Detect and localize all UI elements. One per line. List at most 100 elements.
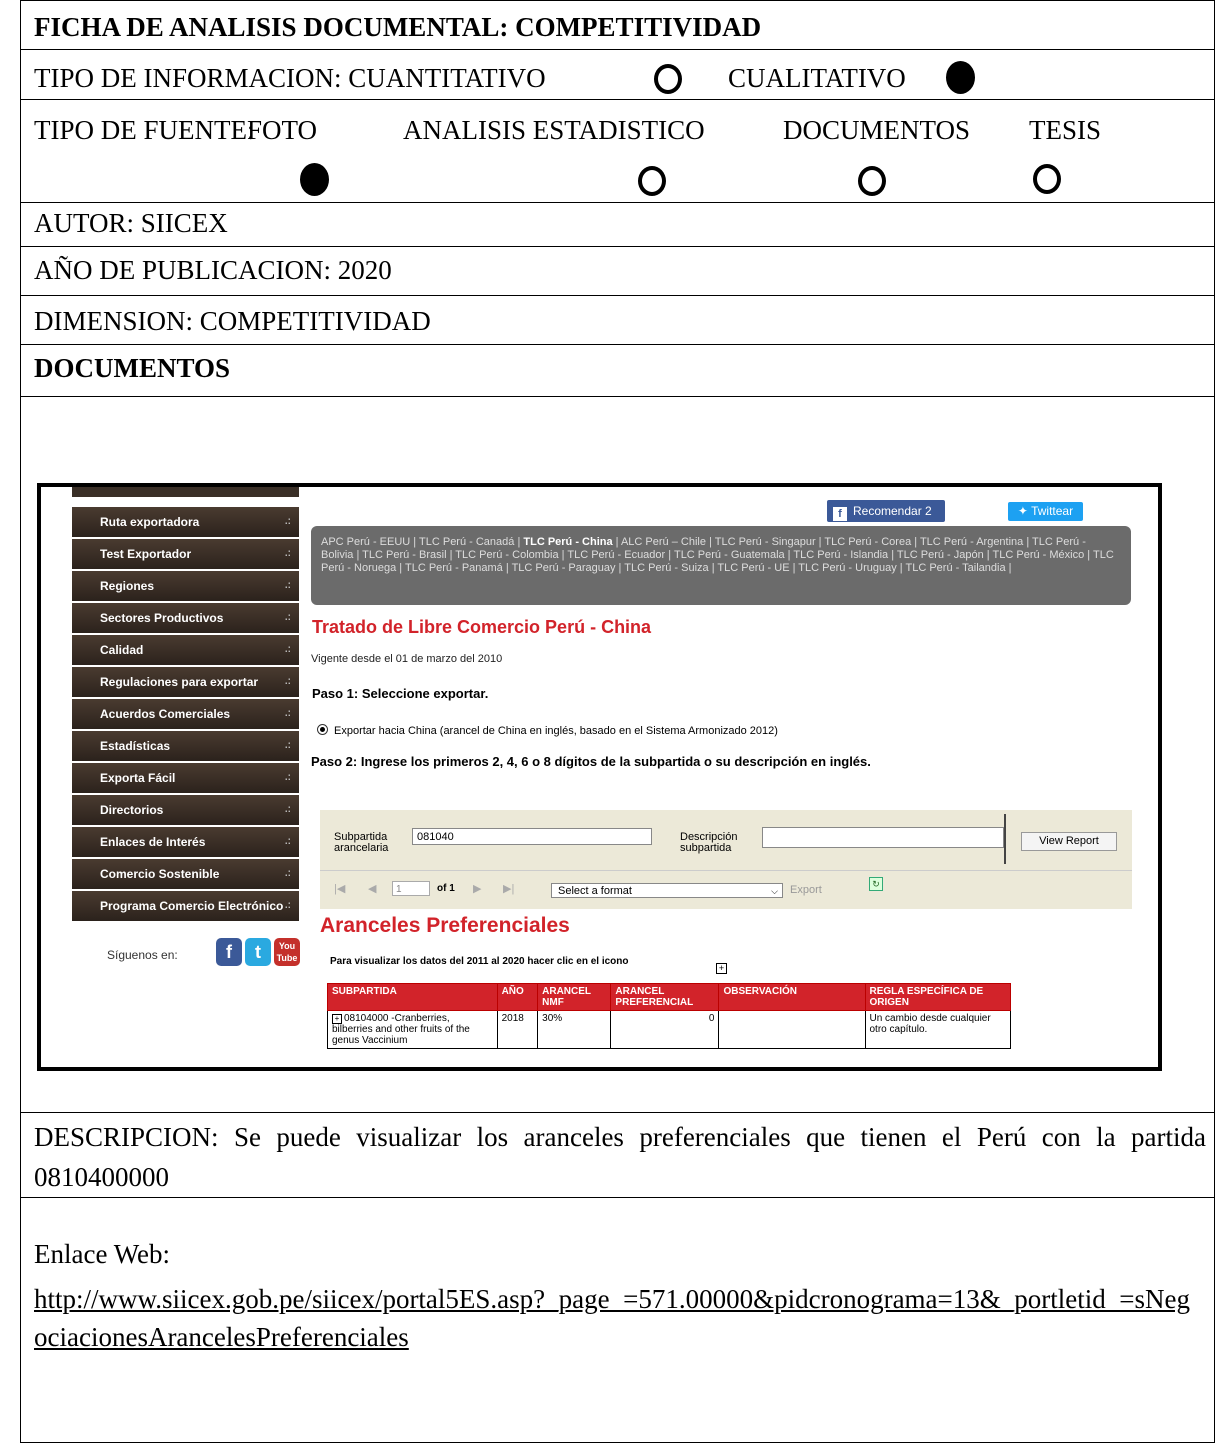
documentos-heading: DOCUMENTOS: [34, 353, 231, 383]
recomendar-label: Recomendar 2: [853, 504, 932, 518]
format-select[interactable]: Select a format ⌵: [551, 883, 783, 898]
col-arancel-nmf: ARANCEL NMF: [537, 983, 612, 1011]
export-link[interactable]: Export: [790, 884, 822, 896]
subpartida-label-line2: arancelaria: [334, 842, 389, 854]
cell-arancel-nmf: 30%: [537, 1010, 612, 1049]
fuente-option-foto: FOTO: [247, 115, 318, 145]
sidebar-item-label: Regiones: [100, 579, 155, 593]
facebook-small-icon: f: [833, 507, 847, 521]
cell-arancel-preferencial: 0: [610, 1010, 720, 1049]
sidebar-item-regulaciones[interactable]: Regulaciones para exportar.:: [72, 667, 299, 697]
tlc-link-china[interactable]: TLC Perú - China: [523, 536, 612, 548]
main-content: f Recomendar 2 ✦ Twittear APC Perú - EEUU…: [311, 487, 1158, 1067]
twitter-icon[interactable]: t: [245, 938, 271, 966]
report-params-panel: Subpartida arancelaria 081040 Descripción…: [320, 810, 1132, 870]
bird-icon: ✦: [1017, 504, 1032, 518]
autor-row: AUTOR: SIICEX: [21, 202, 1214, 246]
aranceles-table: SUBPARTIDA AÑO ARANCEL NMF ARANCEL PREFE…: [327, 983, 1011, 1049]
dots-icon: .:: [284, 740, 291, 751]
vigente-text: Vigente desde el 01 de marzo del 2010: [311, 653, 503, 665]
sidebar-item-directorios[interactable]: Directorios.:: [72, 795, 299, 825]
sheet-title-text: FICHA DE ANALISIS DOCUMENTAL: COMPETITIV…: [34, 12, 762, 42]
aranceles-title: Aranceles Preferenciales: [320, 914, 570, 937]
page-count-text: of 1: [437, 883, 455, 894]
paso2-heading: Paso 2: Ingrese los primeros 2, 4, 6 o 8…: [311, 754, 871, 769]
tlc-links-box: APC Perú - EEUU | TLC Perú - Canadá | TL…: [311, 526, 1131, 605]
enlace-url-link[interactable]: http://www.siicex.gob.pe/siicex/portal5E…: [34, 1280, 1199, 1356]
sidebar-item-label: Programa Comercio Electrónico: [100, 899, 284, 913]
col-observacion: OBSERVACIÓN: [718, 983, 866, 1011]
dots-icon: .:: [284, 900, 291, 911]
dots-icon: .:: [284, 868, 291, 879]
fuente-option-analisis: ANALISIS ESTADISTICO: [403, 115, 705, 145]
sidebar-item-label: Enlaces de Interés: [100, 835, 206, 849]
last-page-icon[interactable]: ▶|: [503, 882, 514, 895]
dots-icon: .:: [284, 644, 291, 655]
next-page-icon[interactable]: ▶: [473, 882, 481, 895]
table-header-row: SUBPARTIDA AÑO ARANCEL NMF ARANCEL PREFE…: [327, 983, 1011, 1011]
twittear-button[interactable]: ✦ Twittear: [1008, 502, 1083, 521]
sidebar-item-ruta[interactable]: Ruta exportadora.:: [72, 507, 299, 537]
dots-icon: .:: [284, 836, 291, 847]
documentos-row: DOCUMENTOS: [21, 344, 1214, 396]
tesis-radio-icon: [1033, 164, 1061, 194]
radio-selected-icon[interactable]: [317, 724, 328, 735]
siguenos-label: Síguenos en:: [107, 948, 178, 962]
dots-icon: .:: [284, 676, 291, 687]
descripcion-label-line2: subpartida: [680, 842, 732, 854]
view-report-button[interactable]: View Report: [1021, 832, 1117, 851]
panel-divider: [1004, 814, 1006, 864]
sidebar-menu: Ruta exportadora.: Test Exportador.: Reg…: [72, 487, 299, 923]
youtube-icon[interactable]: You Tube: [274, 938, 300, 966]
refresh-icon[interactable]: ↻: [869, 877, 883, 891]
exportar-radio-option[interactable]: Exportar hacia China (arancel de China e…: [317, 724, 778, 737]
sidebar-item-regiones[interactable]: Regiones.:: [72, 571, 299, 601]
exportar-option-label: Exportar hacia China (arancel de China e…: [334, 725, 778, 737]
cell-subpartida-text: 08104000 -Cranberries, bilberries and ot…: [332, 1013, 470, 1046]
enlace-row: Enlace Web: http://www.siicex.gob.pe/sii…: [21, 1197, 1214, 1443]
sidebar-item-exporta[interactable]: Exporta Fácil.:: [72, 763, 299, 793]
sidebar-item-comercio-electronico[interactable]: Programa Comercio Electrónico.:: [72, 891, 299, 921]
foto-radio-icon: [300, 163, 329, 196]
sidebar-item-enlaces[interactable]: Enlaces de Interés.:: [72, 827, 299, 857]
tlc-links-pre[interactable]: APC Perú - EEUU | TLC Perú - Canadá |: [321, 536, 523, 548]
sidebar-item-estadisticas[interactable]: Estadísticas.:: [72, 731, 299, 761]
sidebar-item-calidad[interactable]: Calidad.:: [72, 635, 299, 665]
report-toolbar: |◀ ◀ 1 of 1 ▶ ▶| Select a format ⌵ Export…: [320, 870, 1132, 909]
col-regla-origen: REGLA ESPECÍFICA DE ORIGEN: [864, 983, 1011, 1011]
sidebar-item-acuerdos[interactable]: Acuerdos Comerciales.:: [72, 699, 299, 729]
sidebar-item-label: Sectores Productivos: [100, 611, 224, 625]
sidebar-item-comercio-sostenible[interactable]: Comercio Sostenible.:: [72, 859, 299, 889]
cell-subpartida: +08104000 -Cranberries, bilberries and o…: [327, 1010, 498, 1049]
sidebar-item-label: Test Exportador: [100, 547, 192, 561]
sidebar-item-label: Acuerdos Comerciales: [100, 707, 231, 721]
sidebar-item-label: Estadísticas: [100, 739, 171, 753]
cell-regla-origen: Un cambio desde cualquier otro capítulo.: [864, 1010, 1011, 1049]
expand-row-icon[interactable]: +: [332, 1014, 342, 1024]
col-subpartida: SUBPARTIDA: [327, 983, 498, 1011]
autor-text: AUTOR: SIICEX: [34, 208, 228, 238]
descripcion-text: DESCRIPCION: Se puede visualizar los ara…: [34, 1122, 1206, 1192]
descripcion-input[interactable]: [762, 827, 1004, 848]
sidebar-item-label: Directorios: [100, 803, 164, 817]
fuente-option-tesis: TESIS: [1029, 115, 1102, 145]
first-page-icon[interactable]: |◀: [334, 882, 345, 895]
page-number-input[interactable]: 1: [392, 881, 430, 896]
prev-page-icon[interactable]: ◀: [368, 882, 376, 895]
analisis-radio-icon: [638, 166, 666, 196]
recomendar-button[interactable]: f Recomendar 2: [827, 500, 945, 522]
dimension-row: DIMENSION: COMPETITIVIDAD: [21, 295, 1214, 344]
descripcion-row: DESCRIPCION: Se puede visualizar los ara…: [21, 1112, 1214, 1197]
sidebar-item-label: Exporta Fácil: [100, 771, 176, 785]
tipo-fuente-row: TIPO DE FUENTE: FOTO ANALISIS ESTADISTIC…: [21, 99, 1214, 202]
sidebar-item-sectores[interactable]: Sectores Productivos.:: [72, 603, 299, 633]
facebook-icon[interactable]: f: [216, 938, 242, 966]
col-arancel-preferencial: ARANCEL PREFERENCIAL: [610, 983, 720, 1011]
sidebar-item-label: Comercio Sostenible: [100, 867, 220, 881]
subpartida-label: Subpartida arancelaria: [334, 832, 388, 854]
expand-plus-icon[interactable]: +: [716, 963, 727, 974]
cell-observacion: [718, 1010, 866, 1049]
paso1-heading: Paso 1: Seleccione exportar.: [312, 686, 489, 701]
subpartida-input[interactable]: 081040: [412, 828, 652, 845]
sidebar-item-test[interactable]: Test Exportador.:: [72, 539, 299, 569]
